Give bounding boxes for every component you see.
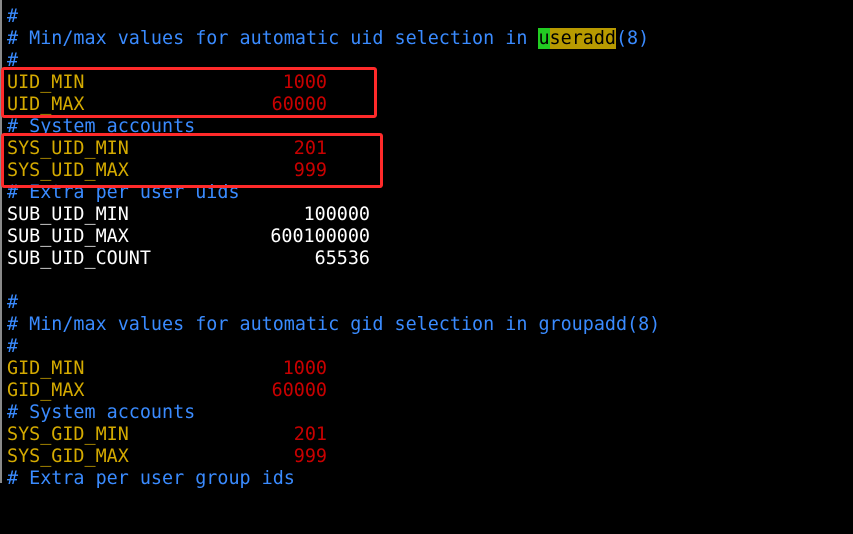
config-key: SYS_GID_MAX xyxy=(7,446,129,467)
search-match-cursor: u xyxy=(538,28,550,49)
config-value: 60000 xyxy=(271,380,327,401)
comment-line: # xyxy=(7,336,19,357)
config-line-gid-min: GID_MIN 1000 xyxy=(7,358,407,380)
config-line-sys-gid-min: SYS_GID_MIN 201 xyxy=(7,424,407,446)
config-value: 600100000 xyxy=(270,226,370,247)
config-line-sys-gid-max: SYS_GID_MAX 999 xyxy=(7,446,407,468)
comment-text: (8) xyxy=(615,28,650,49)
config-key: SYS_GID_MIN xyxy=(7,424,129,445)
annotation-frame-uid-range xyxy=(1,67,377,118)
config-line-sub-uid-max: SUB_UID_MAX 600100000 xyxy=(7,226,407,248)
search-match-highlight: seradd xyxy=(549,28,616,49)
comment-line: # xyxy=(7,6,19,27)
config-value: 999 xyxy=(293,446,327,467)
config-line-gid-max: GID_MAX 60000 xyxy=(7,380,407,402)
comment-line-extra-group-ids: # Extra per user group ids xyxy=(7,468,295,489)
config-key: SUB_UID_MAX xyxy=(7,226,129,247)
config-value: 100000 xyxy=(303,204,370,225)
config-value: 1000 xyxy=(282,358,327,379)
comment-line-uid-selection: # Min/max values for automatic uid selec… xyxy=(7,28,649,50)
config-key: GID_MIN xyxy=(7,358,85,379)
comment-line-system-accounts: # System accounts xyxy=(7,402,196,423)
terminal-editor[interactable]: # # Min/max values for automatic uid sel… xyxy=(0,0,853,489)
comment-text: # Min/max values for automatic uid selec… xyxy=(7,28,539,49)
config-line-sub-uid-count: SUB_UID_COUNT 65536 xyxy=(7,248,407,270)
config-value: 65536 xyxy=(314,248,370,269)
config-line-sub-uid-min: SUB_UID_MIN 100000 xyxy=(7,204,407,226)
config-key: SUB_UID_MIN xyxy=(7,204,129,225)
config-key: SUB_UID_COUNT xyxy=(7,248,151,269)
annotation-frame-sys-uid-range xyxy=(1,133,383,188)
comment-line-gid-selection: # Min/max values for automatic gid selec… xyxy=(7,314,661,335)
config-key: GID_MAX xyxy=(7,380,85,401)
config-value: 201 xyxy=(293,424,327,445)
comment-line: # xyxy=(7,292,19,313)
